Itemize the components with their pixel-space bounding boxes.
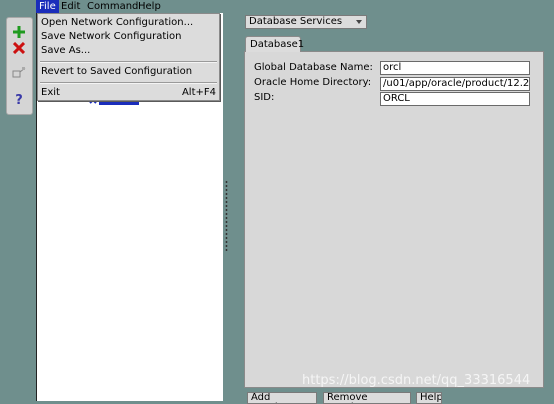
menu-item-exit[interactable]: Exit Alt+F4 — [38, 86, 219, 99]
navigate-icon[interactable] — [11, 65, 27, 81]
services-select[interactable]: Database Services — [245, 15, 367, 29]
sid-label: SID: — [254, 92, 275, 103]
menu-item-exit-label: Exit — [41, 87, 60, 98]
menu-item-save-as[interactable]: Save As... — [38, 44, 219, 57]
menu-separator — [40, 61, 217, 63]
menu-separator — [40, 82, 217, 84]
oracle-home-field[interactable]: /u01/app/oracle/product/12.2.0/ — [380, 77, 530, 91]
global-db-field[interactable]: orcl — [380, 61, 530, 75]
menu-item-revert[interactable]: Revert to Saved Configuration — [38, 65, 219, 78]
tab-database1[interactable]: Database1 — [245, 36, 304, 52]
help-icon[interactable]: ? — [11, 92, 27, 108]
remove-database-button[interactable]: Remove Database — [323, 392, 411, 404]
menu-item-open[interactable]: Open Network Configuration... — [38, 16, 219, 29]
file-menu: Open Network Configuration... Save Netwo… — [37, 13, 220, 101]
menu-help[interactable]: Help — [135, 0, 164, 13]
menu-bar: File Edit Command Help — [0, 0, 554, 13]
add-database-button[interactable]: Add Database — [247, 392, 317, 404]
add-icon[interactable] — [11, 24, 27, 40]
pane-splitter[interactable] — [225, 180, 228, 252]
global-db-label: Global Database Name: — [254, 62, 373, 73]
sid-field[interactable]: ORCL — [380, 92, 530, 106]
menu-item-exit-shortcut: Alt+F4 — [181, 87, 216, 98]
menu-command[interactable]: Command — [84, 0, 141, 13]
remove-icon[interactable] — [11, 40, 27, 56]
services-select-value: Database Services — [249, 16, 343, 27]
oracle-home-label: Oracle Home Directory: — [254, 77, 372, 88]
watermark: https://blog.csdn.net/qq_33316544 — [302, 373, 531, 388]
help-button[interactable]: Help — [416, 392, 442, 404]
menu-file[interactable]: File — [36, 0, 59, 13]
chevron-down-icon — [356, 20, 362, 24]
menu-item-save[interactable]: Save Network Configuration — [38, 30, 219, 43]
toolbar: ? — [6, 17, 33, 115]
menu-edit[interactable]: Edit — [58, 0, 83, 13]
